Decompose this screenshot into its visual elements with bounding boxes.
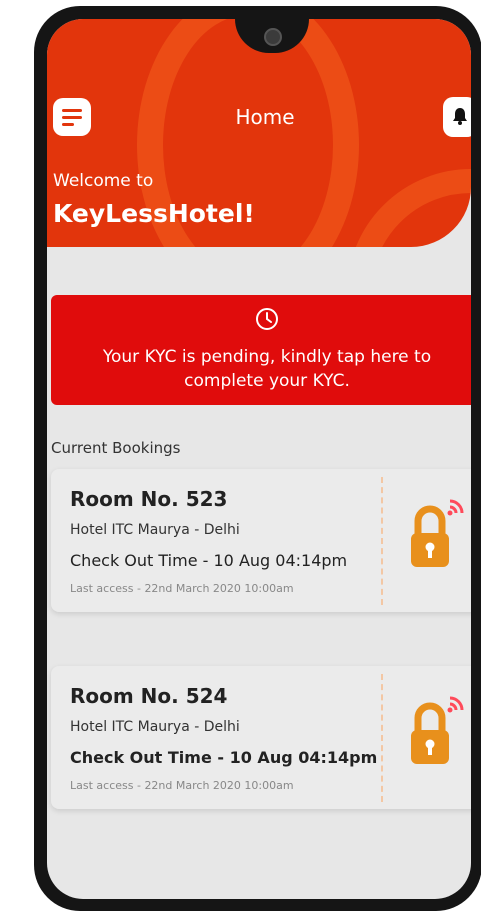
welcome-text: Welcome to — [53, 171, 154, 191]
menu-icon — [62, 109, 82, 112]
menu-icon — [62, 123, 74, 126]
header-decoration — [347, 169, 471, 247]
kyc-message-line: complete your KYC. — [184, 371, 350, 391]
hotel-name: Hotel ITC Maurya - Delhi — [70, 719, 240, 735]
room-number: Room No. 523 — [70, 487, 228, 511]
kyc-message-line: Your KYC is pending, kindly tap here to — [102, 347, 432, 367]
phone-frame: Home Welcome to KeyLessHotel! Your KYC i… — [34, 6, 481, 911]
booking-card[interactable]: Room No. 523 Hotel ITC Maurya - Delhi Ch… — [51, 469, 471, 612]
kyc-message: Your KYC is pending, kindly tap here to … — [51, 345, 471, 393]
booking-card[interactable]: Room No. 524 Hotel ITC Maurya - Delhi Ch… — [51, 666, 471, 809]
room-number: Room No. 524 — [70, 684, 228, 708]
header: Home Welcome to KeyLessHotel! — [47, 19, 471, 247]
card-divider — [381, 674, 383, 802]
checkout-time: Check Out Time - 10 Aug 04:14pm — [70, 748, 378, 767]
bell-icon — [453, 108, 467, 125]
current-bookings-heading: Current Bookings — [51, 439, 181, 457]
last-access: Last access - 22nd March 2020 10:00am — [70, 582, 294, 595]
brand-name: KeyLessHotel! — [53, 199, 255, 228]
app-screen: Home Welcome to KeyLessHotel! Your KYC i… — [47, 19, 471, 899]
menu-icon — [62, 116, 82, 119]
page-title: Home — [235, 105, 295, 129]
clock-icon — [256, 308, 278, 330]
padlock-wifi-icon[interactable] — [406, 686, 466, 776]
notifications-button[interactable] — [443, 97, 471, 137]
kyc-banner[interactable]: Your KYC is pending, kindly tap here to … — [51, 295, 471, 405]
padlock-wifi-icon[interactable] — [406, 489, 466, 579]
card-divider — [381, 477, 383, 605]
last-access: Last access - 22nd March 2020 10:00am — [70, 779, 294, 792]
camera — [264, 28, 282, 46]
menu-button[interactable] — [53, 98, 91, 136]
checkout-time: Check Out Time - 10 Aug 04:14pm — [70, 551, 348, 570]
hotel-name: Hotel ITC Maurya - Delhi — [70, 522, 240, 538]
